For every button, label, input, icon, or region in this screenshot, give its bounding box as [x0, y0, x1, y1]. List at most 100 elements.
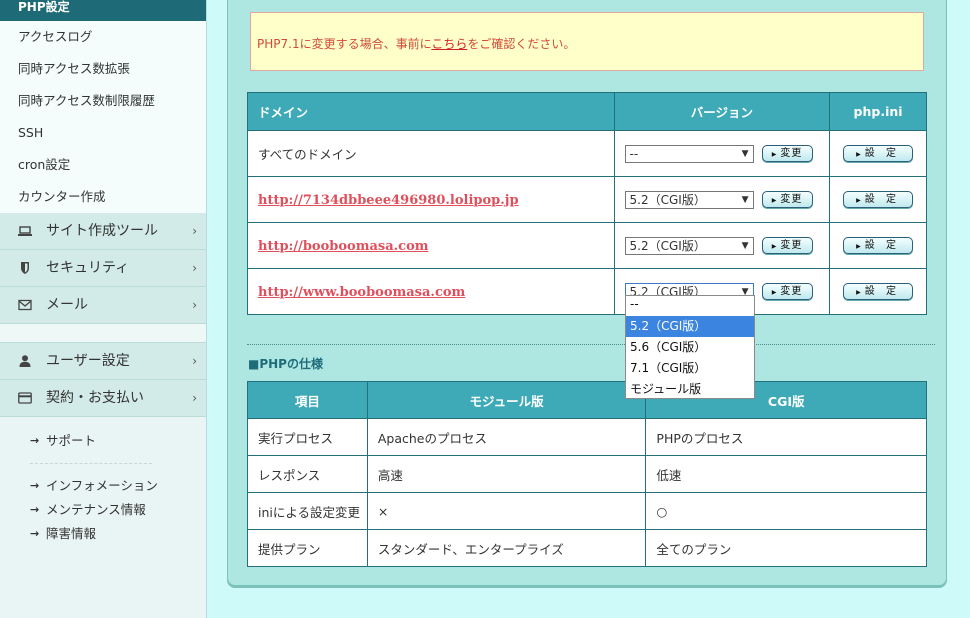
table-row: http://7134dbbeee496980.lolipop.jp 5.2（C…: [247, 176, 927, 223]
sidebar-item-ssh[interactable]: SSH: [0, 117, 206, 149]
sidebar-link-label: インフォメーション: [46, 478, 158, 493]
version-select-value: 5.2（CGI版）: [629, 238, 706, 253]
divider: [30, 463, 152, 464]
version-select-value: --: [629, 146, 639, 161]
dropdown-option[interactable]: --: [626, 296, 754, 316]
php-ini-cell: ▶ 設 定: [829, 176, 927, 223]
settings-button[interactable]: ▶ 設 定: [843, 191, 914, 208]
arrow-right-icon: →: [30, 503, 40, 516]
notice-text-before: PHP7.1に変更する場合、事前に: [257, 37, 432, 51]
table-cell: 実行プロセス: [247, 418, 368, 456]
table-header-row: 項目 モジュール版 CGI版: [247, 381, 927, 419]
version-select-value: 5.2（CGI版）: [629, 192, 706, 207]
laptop-icon: [18, 226, 32, 236]
sidebar-category-user-settings[interactable]: ユーザー設定 ›: [0, 343, 206, 380]
arrow-right-icon: →: [30, 434, 40, 447]
dropdown-option[interactable]: モジュール版: [626, 379, 754, 400]
domain-link[interactable]: http://7134dbbeee496980.lolipop.jp: [258, 193, 519, 208]
credit-card-icon: [18, 392, 32, 404]
table-row: iniによる設定変更 × ○: [247, 492, 927, 530]
sidebar-category-security[interactable]: セキュリティ ›: [0, 250, 206, 287]
sidebar: PHP設定 アクセスログ 同時アクセス数拡張 同時アクセス数制限履歴 SSH c…: [0, 0, 207, 618]
sidebar-item-counter[interactable]: カウンター作成: [0, 181, 206, 213]
table-row: 提供プラン スタンダード、エンタープライズ 全てのプラン: [247, 529, 927, 567]
user-icon: [19, 355, 31, 367]
sidebar-category-label: メール: [46, 297, 88, 313]
table-cell: ×: [366, 492, 647, 530]
triangle-right-icon: ▶: [771, 151, 777, 158]
notice-box: PHP7.1に変更する場合、事前にこちらをご確認ください。: [250, 12, 924, 71]
table-row: http://www.booboomasa.com 5.2（CGI版） ▼ ▶ 変更 …: [247, 268, 927, 315]
table-cell: 高速: [366, 455, 647, 493]
dropdown-option[interactable]: 5.6（CGI版）: [626, 337, 754, 358]
sidebar-link-information[interactable]: → インフォメーション: [0, 474, 206, 498]
triangle-right-icon: ▶: [856, 289, 861, 296]
sidebar-category-label: セキュリティ: [46, 260, 130, 276]
sidebar-category-mail[interactable]: メール ›: [0, 287, 206, 324]
notice-link[interactable]: こちら: [431, 37, 467, 51]
version-select[interactable]: 5.2（CGI版） ▼: [624, 236, 754, 255]
sidebar-link-label: メンテナンス情報: [46, 502, 146, 517]
change-button[interactable]: ▶ 変更: [761, 283, 813, 300]
version-cell: 5.2（CGI版） ▼ ▶ 変更: [613, 176, 831, 223]
table-cell: 全てのプラン: [645, 529, 927, 567]
sidebar-item-php-settings[interactable]: PHP設定: [0, 0, 206, 21]
triangle-right-icon: ▶: [771, 243, 777, 250]
version-cell: 5.2（CGI版） ▼ ▶ 変更: [613, 222, 831, 269]
table-row: すべてのドメイン -- ▼ ▶ 変更 ▶ 設 定: [247, 130, 927, 177]
sidebar-item-access-log[interactable]: アクセスログ: [0, 21, 206, 53]
dropdown-option-highlighted[interactable]: 5.2（CGI版）: [626, 316, 754, 337]
change-button-label: 変更: [780, 148, 803, 159]
spec-heading: ■PHPの仕様: [248, 357, 323, 371]
sidebar-link-label: 障害情報: [46, 526, 97, 541]
version-select[interactable]: -- ▼: [624, 144, 754, 163]
php-ini-cell: ▶ 設 定: [829, 130, 927, 177]
table-row: 実行プロセス Apacheのプロセス PHPのプロセス: [247, 418, 927, 456]
triangle-right-icon: ▶: [856, 151, 861, 158]
column-header-domain: ドメイン: [247, 92, 615, 131]
sidebar-category-site-tools[interactable]: サイト作成ツール ›: [0, 213, 206, 250]
table-row: レスポンス 高速 低速: [247, 455, 927, 493]
caret-down-icon: ▼: [741, 240, 749, 251]
triangle-right-icon: ▶: [856, 243, 861, 250]
change-button-label: 変更: [780, 194, 803, 205]
php-ini-cell: ▶ 設 定: [829, 222, 927, 269]
sidebar-item-concurrent-access-expansion[interactable]: 同時アクセス数拡張: [0, 53, 206, 85]
sidebar-category-label: 契約・お支払い: [46, 390, 144, 406]
change-button[interactable]: ▶ 変更: [761, 237, 813, 254]
sidebar-link-maintenance[interactable]: → メンテナンス情報: [0, 498, 206, 522]
change-button[interactable]: ▶ 変更: [761, 145, 813, 162]
change-button[interactable]: ▶ 変更: [761, 191, 813, 208]
php-spec-table: 項目 モジュール版 CGI版 実行プロセス Apacheのプロセス PHPのプロ…: [247, 381, 927, 567]
sidebar-link-label: サポート: [46, 433, 97, 448]
sidebar-category-label: ユーザー設定: [46, 353, 130, 369]
sidebar-link-support[interactable]: → サポート: [0, 429, 206, 453]
sidebar-spacer: [0, 324, 206, 343]
sidebar-item-concurrent-access-history[interactable]: 同時アクセス数制限履歴: [0, 85, 206, 117]
version-cell: -- ▼ ▶ 変更: [613, 130, 831, 177]
dropdown-option[interactable]: 7.1（CGI版）: [626, 358, 754, 379]
change-button-label: 変更: [780, 240, 803, 251]
sidebar-category-billing[interactable]: 契約・お支払い ›: [0, 380, 206, 417]
version-select[interactable]: 5.2（CGI版） ▼: [624, 190, 754, 209]
triangle-right-icon: ▶: [856, 197, 861, 204]
table-cell: 低速: [645, 455, 927, 493]
domain-cell: http://booboomasa.com: [247, 222, 615, 269]
triangle-right-icon: ▶: [771, 289, 777, 296]
domain-link[interactable]: http://www.booboomasa.com: [258, 285, 465, 300]
domain-link[interactable]: http://booboomasa.com: [258, 239, 429, 254]
chevron-right-icon: ›: [192, 354, 197, 368]
chevron-right-icon: ›: [192, 298, 197, 312]
domain-cell: http://7134dbbeee496980.lolipop.jp: [247, 176, 615, 223]
settings-button[interactable]: ▶ 設 定: [843, 145, 914, 162]
settings-button[interactable]: ▶ 設 定: [843, 283, 914, 300]
sidebar-item-cron[interactable]: cron設定: [0, 149, 206, 181]
sidebar-link-incidents[interactable]: → 障害情報: [0, 522, 206, 546]
arrow-right-icon: →: [30, 479, 40, 492]
table-cell: スタンダード、エンタープライズ: [366, 529, 647, 567]
domain-cell: すべてのドメイン: [247, 130, 615, 177]
settings-button[interactable]: ▶ 設 定: [843, 237, 914, 254]
column-header-item: 項目: [247, 381, 368, 419]
sidebar-links: → サポート → インフォメーション → メンテナンス情報 → 障害情報: [0, 417, 206, 546]
chevron-right-icon: ›: [192, 261, 197, 275]
